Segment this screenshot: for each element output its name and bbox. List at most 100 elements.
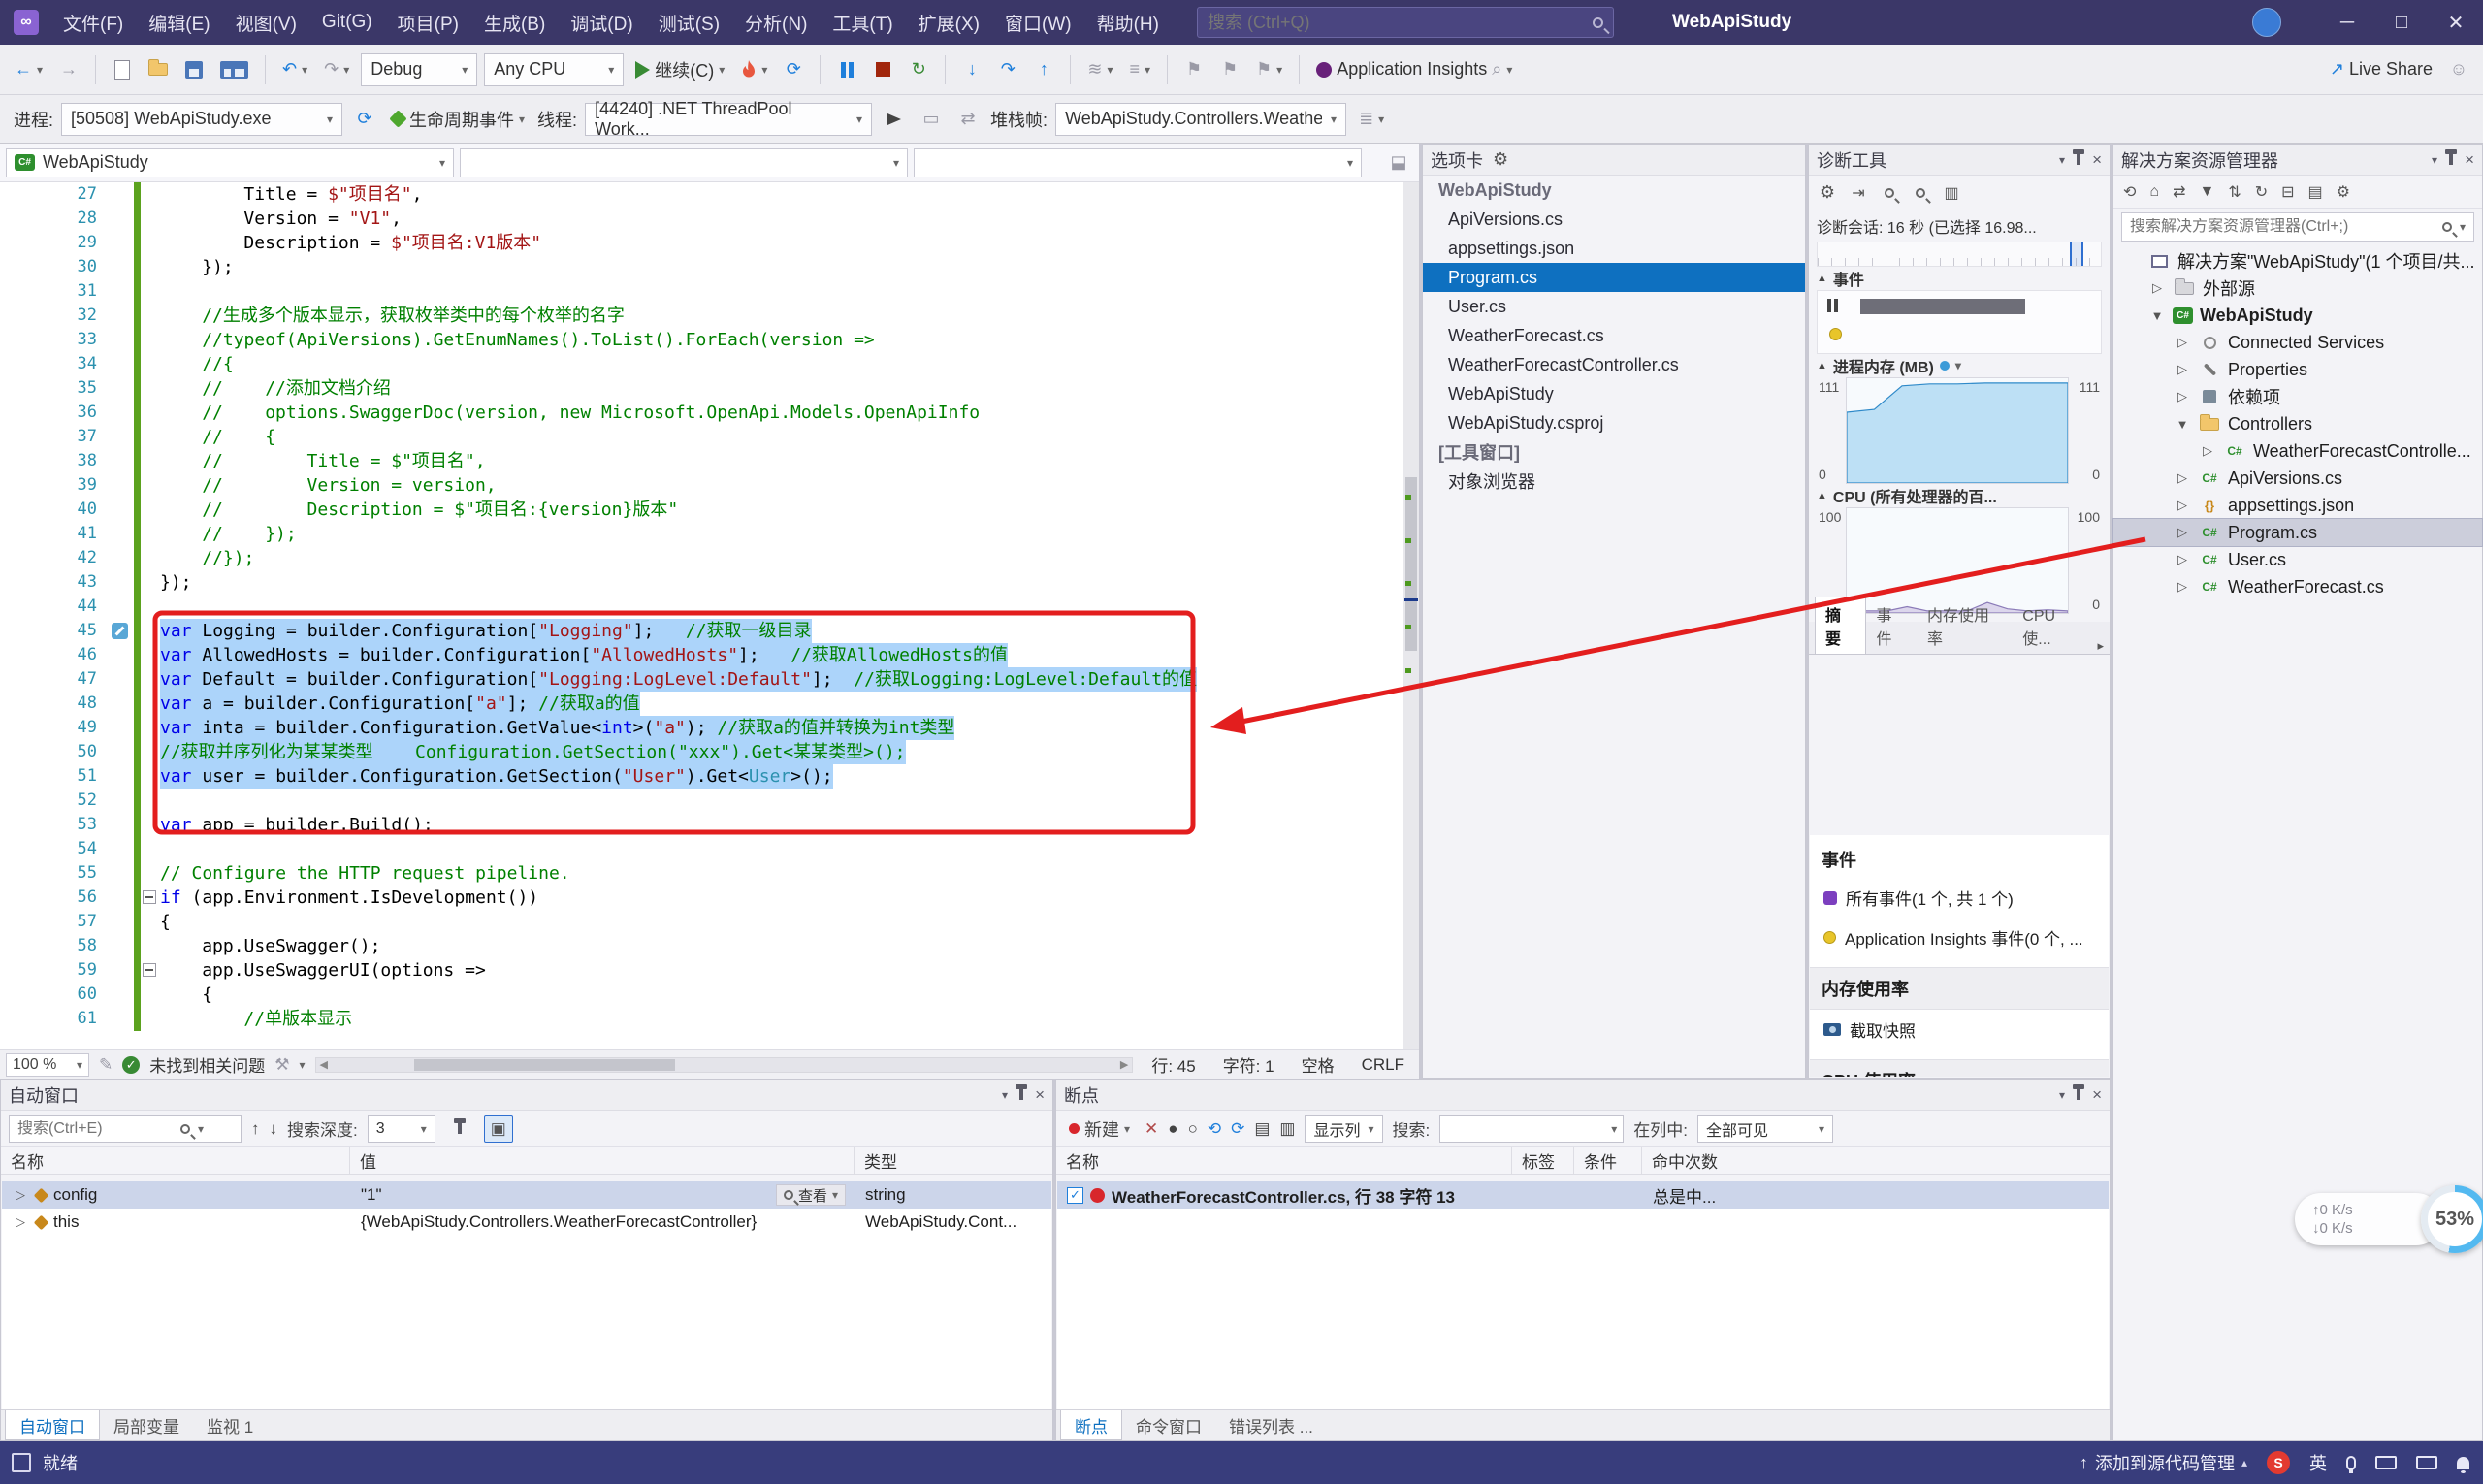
code-text[interactable]: var inta = builder.Configuration.GetValu… (160, 716, 954, 740)
stack-frame-dropdown[interactable]: WebApiStudy.Controllers.WeatherFore...▾ (1055, 103, 1346, 136)
close-icon[interactable]: × (1035, 1086, 1045, 1103)
menu-item-帮助(H)[interactable]: 帮助(H) (1084, 0, 1172, 45)
maximize-button[interactable]: □ (2374, 0, 2429, 45)
next-bookmark-button[interactable]: ⚑▾ (1251, 52, 1287, 87)
properties-icon[interactable]: ⚙ (2337, 182, 2350, 202)
scroll-right-arrow[interactable]: ▶ (1116, 1058, 1132, 1071)
step-into-button[interactable]: ↓ (957, 52, 986, 87)
restore-layout-icon[interactable] (12, 1453, 31, 1472)
show-flagged-only-button[interactable]: ▭ (917, 102, 946, 137)
split-window-button[interactable]: ⬓ (1384, 145, 1413, 180)
tree-item-Properties[interactable]: ▷Properties (2113, 356, 2482, 383)
autos-search-box[interactable]: ▾ (9, 1115, 242, 1143)
scrollbar-thumb[interactable] (414, 1059, 675, 1071)
fold-collapse-button[interactable] (143, 963, 156, 977)
window-position-icon[interactable]: ▾ (1002, 1088, 1008, 1102)
refresh-process-button[interactable]: ⟳ (350, 102, 379, 137)
disable-all-icon[interactable]: ● (1168, 1119, 1177, 1139)
search-next-icon[interactable]: ↓ (270, 1119, 278, 1139)
minimize-button[interactable]: ─ (2320, 0, 2374, 45)
undo-button[interactable]: ↶▾ (277, 52, 312, 87)
previous-bookmark-button[interactable]: ⚑ (1215, 52, 1244, 87)
app-insights-events-link[interactable]: Application Insights 事件(0 个, ... (1810, 918, 2109, 957)
tree-item-Program.cs[interactable]: ▷C#Program.cs (2113, 519, 2482, 546)
editor-vertical-scrollbar[interactable] (1403, 182, 1419, 1049)
menu-item-工具(T)[interactable]: 工具(T) (820, 0, 905, 45)
in-column-dropdown[interactable]: 全部可见▾ (1697, 1115, 1833, 1143)
toolbar-options-button[interactable]: ≣▾ (1354, 102, 1389, 137)
enable-all-icon[interactable]: ○ (1188, 1119, 1198, 1139)
expander-icon[interactable]: ▷ (2174, 389, 2191, 404)
process-dropdown[interactable]: [50508] WebApiStudy.exe▾ (61, 103, 342, 136)
code-text[interactable]: // Configure the HTTP request pipeline. (160, 861, 570, 886)
line-indicator[interactable]: 行: 45 (1143, 1052, 1204, 1077)
view-button[interactable]: 查看▾ (776, 1184, 846, 1206)
variable-row-this[interactable]: ▷this{WebApiStudy.Controllers.WeatherFor… (2, 1209, 1051, 1236)
diag-tab-CPU使...[interactable]: CPU使... (2012, 602, 2091, 654)
bookmark-button[interactable]: ⚑ (1179, 52, 1209, 87)
expander-icon[interactable]: ▷ (2174, 552, 2191, 567)
redo-button[interactable]: ↷▾ (319, 52, 354, 87)
pin-icon[interactable] (2077, 1089, 2080, 1100)
delete-breakpoint-icon[interactable]: ✕ (1145, 1119, 1158, 1139)
switch-views-icon[interactable]: ⇄ (2173, 182, 2185, 202)
navigate-forward-button[interactable]: → (54, 52, 83, 87)
sogou-input-icon[interactable]: S (2267, 1451, 2290, 1474)
expander-icon[interactable]: ▷ (2174, 362, 2191, 377)
close-icon[interactable]: × (2092, 1086, 2102, 1103)
tree-item-依赖项[interactable]: ▷依赖项 (2113, 383, 2482, 410)
expander-icon[interactable]: ▷ (12, 1214, 29, 1230)
eol-indicator[interactable]: CRLF (1353, 1055, 1413, 1075)
vertical-tab-WeatherForecastController.cs[interactable]: WeatherForecastController.cs (1423, 350, 1805, 379)
code-text[interactable]: //}); (160, 546, 254, 570)
application-insights-button[interactable]: Application Insights ⌕▾ (1311, 52, 1517, 87)
member-dropdown[interactable]: ▾ (914, 148, 1362, 177)
column-label[interactable]: 标签 (1512, 1147, 1574, 1174)
scroll-left-arrow[interactable]: ◀ (316, 1058, 332, 1071)
window-position-icon[interactable]: ▾ (2432, 153, 2437, 167)
code-text[interactable]: var user = builder.Configuration.GetSect… (160, 764, 833, 789)
code-text[interactable]: app.UseSwagger(); (160, 934, 380, 958)
expander-icon[interactable]: ▷ (2174, 498, 2191, 513)
navigate-back-button[interactable]: ←▾ (10, 52, 48, 87)
save-button[interactable] (179, 52, 209, 87)
code-text[interactable]: // options.SwaggerDoc(version, new Micro… (160, 401, 980, 425)
pin-icon[interactable] (2077, 154, 2080, 165)
flag-threads-button[interactable] (880, 102, 909, 137)
bottom-tab-局部变量[interactable]: 局部变量 (100, 1410, 193, 1440)
sync-with-active-document-icon[interactable]: ⇅ (2228, 182, 2241, 202)
vertical-tab-WebApiStudy.csproj[interactable]: WebApiStudy.csproj (1423, 408, 1805, 437)
text-visualizer-icon[interactable]: ▣ (484, 1115, 513, 1143)
code-health-icon[interactable]: ✓ (122, 1056, 140, 1074)
close-icon[interactable]: × (2092, 151, 2102, 168)
lifecycle-events-button[interactable]: 生命周期事件▾ (387, 102, 530, 137)
code-text[interactable]: var Logging = builder.Configuration["Log… (160, 619, 812, 643)
pin-icon[interactable] (2449, 154, 2453, 165)
code-text[interactable]: { (160, 983, 212, 1007)
diag-tab-内存使用率[interactable]: 内存使用率 (1917, 597, 2012, 654)
vertical-tab-WeatherForecast.cs[interactable]: WeatherForecast.cs (1423, 321, 1805, 350)
previous-frame-button[interactable]: ⇄ (953, 102, 983, 137)
tree-item-Controllers[interactable]: ▼Controllers (2113, 410, 2482, 437)
code-text[interactable]: // }); (160, 522, 297, 546)
bottom-tab-断点[interactable]: 断点 (1060, 1410, 1122, 1440)
memory-section-header[interactable]: ▲进程内存 (MB) ▾ (1809, 354, 2110, 377)
code-text[interactable]: // Version = version, (160, 473, 497, 498)
tree-item-ApiVersions.cs[interactable]: ▷C#ApiVersions.cs (2113, 465, 2482, 492)
type-dropdown[interactable]: ▾ (460, 148, 908, 177)
search-previous-icon[interactable]: ↑ (251, 1119, 260, 1139)
window-position-icon[interactable]: ▾ (2059, 1088, 2065, 1102)
ime-indicator[interactable]: 英 (2309, 1450, 2327, 1475)
microphone-icon[interactable] (2346, 1456, 2356, 1470)
column-condition[interactable]: 条件 (1574, 1147, 1642, 1174)
timeline-ruler[interactable] (1817, 242, 2102, 267)
code-text[interactable]: var app = builder.Build(); (160, 813, 434, 837)
step-over-button[interactable]: ↷ (993, 52, 1022, 87)
solution-search-box[interactable]: ▾ (2121, 212, 2474, 242)
speed-widget[interactable]: ↑0 K/s ↓0 K/s 53% (2295, 1185, 2483, 1253)
add-to-source-control-button[interactable]: ↑ 添加到源代码管理 ▴ (2080, 1450, 2247, 1475)
code-lines[interactable]: 27Title = $"项目名",28Version = "V1",29Desc… (0, 182, 1403, 1049)
vertical-tab-ApiVersions.cs[interactable]: ApiVersions.cs (1423, 205, 1805, 234)
window-position-icon[interactable]: ▾ (2059, 153, 2065, 167)
column-type[interactable]: 类型 (855, 1147, 1052, 1174)
